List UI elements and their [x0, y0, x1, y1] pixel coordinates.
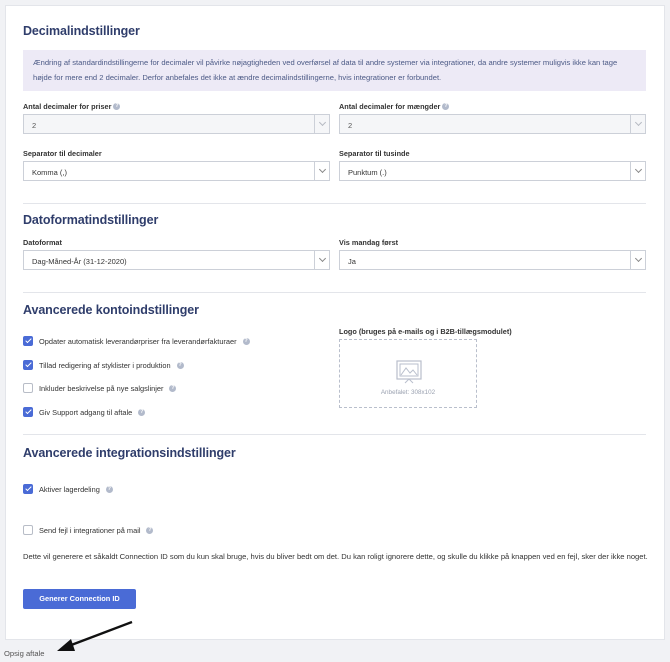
generate-connection-id-button[interactable]: Generer Connection ID — [23, 589, 136, 609]
cancel-agreement-link[interactable]: Opsig aftale — [4, 649, 45, 658]
help-icon[interactable]: ? — [169, 384, 177, 392]
checkbox-checked-icon[interactable] — [23, 484, 33, 494]
dateformat-select[interactable]: Dag-Måned-År (31-12-2020) — [23, 250, 330, 270]
dateformat-settings-title: Datoformatindstillinger — [23, 213, 159, 227]
help-icon[interactable]: ? — [105, 485, 113, 493]
logo-upload-area[interactable]: Anbefalet: 308x102 — [339, 339, 477, 408]
connection-id-info: Dette vil generere et såkaldt Connection… — [23, 552, 648, 561]
checkbox-unchecked-icon[interactable] — [23, 383, 33, 393]
chevron-down-icon — [630, 115, 645, 133]
help-icon[interactable]: ? — [242, 337, 250, 345]
help-icon[interactable]: ? — [442, 103, 450, 110]
chevron-down-icon — [630, 162, 645, 180]
checkbox-checked-icon[interactable] — [23, 336, 33, 346]
price-decimals-select[interactable]: 2 — [23, 114, 330, 134]
thousand-separator-select[interactable]: Punktum (.) — [339, 161, 646, 181]
checkbox-allow-bom-editing[interactable]: Tillad redigering af styklister i produk… — [23, 360, 184, 370]
checkbox-stock-sharing[interactable]: Aktiver lagerdeling ? — [23, 484, 113, 494]
help-icon[interactable]: ? — [113, 103, 121, 110]
thousand-separator-label: Separator til tusinde — [339, 149, 410, 158]
divider — [23, 434, 646, 435]
integration-settings-title: Avancerede integrationsindstillinger — [23, 446, 236, 460]
checkbox-include-description[interactable]: Inkluder beskrivelse på nye salgslinjer … — [23, 383, 177, 393]
checkbox-auto-update-prices[interactable]: Opdater automatisk leverandørpriser fra … — [23, 336, 250, 346]
checkbox-checked-icon[interactable] — [23, 407, 33, 417]
dateformat-label: Datoformat — [23, 238, 62, 247]
divider — [23, 203, 646, 204]
chevron-down-icon — [314, 162, 329, 180]
monday-first-label: Vis mandag først — [339, 238, 399, 247]
decimal-notice: Ændring af standardindstillingerne for d… — [23, 50, 646, 91]
chevron-down-icon — [314, 115, 329, 133]
image-placeholder-icon — [396, 360, 422, 384]
checkbox-unchecked-icon[interactable] — [23, 525, 33, 535]
logo-label: Logo (bruges på e-mails og i B2B-tillægs… — [339, 327, 512, 336]
chevron-down-icon — [314, 251, 329, 269]
price-decimals-label: Antal decimaler for priser ? — [23, 102, 121, 111]
decimal-settings-title: Decimalindstillinger — [23, 24, 140, 38]
decimal-separator-select[interactable]: Komma (,) — [23, 161, 330, 181]
monday-first-select[interactable]: Ja — [339, 250, 646, 270]
help-icon[interactable]: ? — [146, 526, 154, 534]
account-settings-title: Avancerede kontoindstillinger — [23, 303, 199, 317]
checkbox-mail-errors[interactable]: Send fejl i integrationer på mail ? — [23, 525, 154, 535]
qty-decimals-select[interactable]: 2 — [339, 114, 646, 134]
divider — [23, 292, 646, 293]
decimal-separator-label: Separator til decimaler — [23, 149, 102, 158]
settings-card: Decimalindstillinger Ændring af standard… — [5, 5, 665, 640]
help-icon[interactable]: ? — [176, 361, 184, 369]
qty-decimals-label: Antal decimaler for mængder ? — [339, 102, 450, 111]
checkbox-checked-icon[interactable] — [23, 360, 33, 370]
chevron-down-icon — [630, 251, 645, 269]
checkbox-support-access[interactable]: Giv Support adgang til aftale ? — [23, 407, 146, 417]
arrow-icon — [57, 620, 133, 651]
help-icon[interactable]: ? — [138, 408, 146, 416]
logo-hint: Anbefalet: 308x102 — [380, 389, 436, 396]
